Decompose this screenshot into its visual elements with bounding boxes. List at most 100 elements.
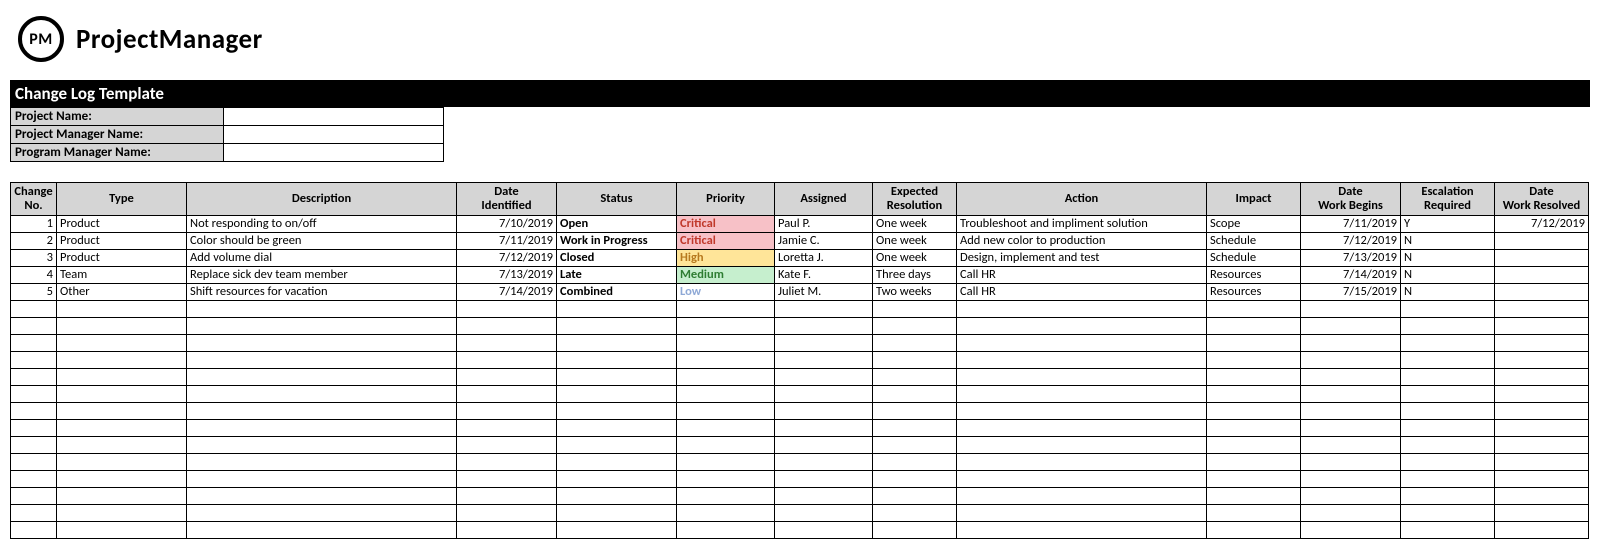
cell-empty[interactable] (11, 368, 57, 385)
cell-empty[interactable] (557, 334, 677, 351)
cell-empty[interactable] (11, 504, 57, 521)
cell-empty[interactable] (677, 402, 775, 419)
cell-empty[interactable] (873, 402, 957, 419)
cell-empty[interactable] (11, 317, 57, 334)
cell-empty[interactable] (775, 521, 873, 538)
cell-empty[interactable] (1495, 470, 1589, 487)
cell-description[interactable]: Add volume dial (187, 249, 457, 266)
cell-assigned[interactable]: Juliet M. (775, 283, 873, 300)
cell-empty[interactable] (557, 470, 677, 487)
cell-empty[interactable] (1495, 317, 1589, 334)
cell-date-resolved[interactable] (1495, 266, 1589, 283)
cell-assigned[interactable]: Jamie C. (775, 232, 873, 249)
cell-empty[interactable] (1207, 436, 1301, 453)
cell-status[interactable]: Combined (557, 283, 677, 300)
cell-empty[interactable] (873, 470, 957, 487)
cell-empty[interactable] (187, 419, 457, 436)
cell-action[interactable]: Add new color to production (957, 232, 1207, 249)
cell-empty[interactable] (775, 334, 873, 351)
cell-change-no[interactable]: 2 (11, 232, 57, 249)
cell-empty[interactable] (775, 317, 873, 334)
cell-empty[interactable] (187, 453, 457, 470)
cell-empty[interactable] (677, 334, 775, 351)
cell-empty[interactable] (1301, 453, 1401, 470)
value-project-manager[interactable] (224, 126, 444, 144)
cell-empty[interactable] (1495, 368, 1589, 385)
cell-date-begins[interactable]: 7/11/2019 (1301, 215, 1401, 232)
cell-empty[interactable] (187, 368, 457, 385)
cell-empty[interactable] (57, 317, 187, 334)
cell-empty[interactable] (557, 521, 677, 538)
cell-empty[interactable] (957, 300, 1207, 317)
cell-assigned[interactable]: Kate F. (775, 266, 873, 283)
cell-empty[interactable] (11, 470, 57, 487)
cell-empty[interactable] (57, 453, 187, 470)
cell-status[interactable]: Late (557, 266, 677, 283)
cell-empty[interactable] (457, 521, 557, 538)
cell-empty[interactable] (1401, 504, 1495, 521)
cell-empty[interactable] (1495, 504, 1589, 521)
cell-empty[interactable] (677, 487, 775, 504)
cell-empty[interactable] (457, 334, 557, 351)
cell-empty[interactable] (457, 436, 557, 453)
cell-action[interactable]: Design, implement and test (957, 249, 1207, 266)
cell-empty[interactable] (1495, 334, 1589, 351)
cell-status[interactable]: Closed (557, 249, 677, 266)
cell-empty[interactable] (457, 453, 557, 470)
cell-description[interactable]: Replace sick dev team member (187, 266, 457, 283)
cell-empty[interactable] (457, 385, 557, 402)
cell-type[interactable]: Product (57, 232, 187, 249)
cell-date-resolved[interactable] (1495, 249, 1589, 266)
cell-empty[interactable] (457, 317, 557, 334)
cell-empty[interactable] (187, 334, 457, 351)
cell-empty[interactable] (1495, 351, 1589, 368)
cell-empty[interactable] (1401, 436, 1495, 453)
cell-date-begins[interactable]: 7/14/2019 (1301, 266, 1401, 283)
cell-empty[interactable] (1207, 402, 1301, 419)
cell-description[interactable]: Shift resources for vacation (187, 283, 457, 300)
cell-empty[interactable] (1301, 300, 1401, 317)
cell-empty[interactable] (457, 470, 557, 487)
cell-empty[interactable] (187, 521, 457, 538)
value-project-name[interactable] (224, 108, 444, 126)
cell-change-no[interactable]: 3 (11, 249, 57, 266)
cell-change-no[interactable]: 1 (11, 215, 57, 232)
cell-empty[interactable] (557, 300, 677, 317)
cell-empty[interactable] (57, 300, 187, 317)
cell-empty[interactable] (557, 317, 677, 334)
cell-empty[interactable] (11, 521, 57, 538)
cell-empty[interactable] (873, 368, 957, 385)
cell-empty[interactable] (57, 368, 187, 385)
cell-empty[interactable] (775, 385, 873, 402)
cell-empty[interactable] (57, 402, 187, 419)
cell-type[interactable]: Other (57, 283, 187, 300)
cell-empty[interactable] (873, 436, 957, 453)
cell-empty[interactable] (775, 487, 873, 504)
cell-empty[interactable] (457, 402, 557, 419)
cell-empty[interactable] (1301, 419, 1401, 436)
cell-empty[interactable] (1495, 436, 1589, 453)
cell-date-identified[interactable]: 7/11/2019 (457, 232, 557, 249)
cell-empty[interactable] (1401, 419, 1495, 436)
cell-empty[interactable] (1207, 419, 1301, 436)
cell-empty[interactable] (1495, 385, 1589, 402)
cell-escalation[interactable]: N (1401, 266, 1495, 283)
cell-empty[interactable] (1301, 402, 1401, 419)
cell-empty[interactable] (1207, 504, 1301, 521)
cell-empty[interactable] (775, 402, 873, 419)
cell-escalation[interactable]: N (1401, 283, 1495, 300)
cell-empty[interactable] (873, 504, 957, 521)
cell-empty[interactable] (1401, 385, 1495, 402)
cell-assigned[interactable]: Loretta J. (775, 249, 873, 266)
cell-empty[interactable] (1401, 470, 1495, 487)
cell-empty[interactable] (1207, 368, 1301, 385)
cell-empty[interactable] (457, 351, 557, 368)
cell-empty[interactable] (1207, 453, 1301, 470)
cell-empty[interactable] (57, 385, 187, 402)
cell-empty[interactable] (11, 334, 57, 351)
cell-empty[interactable] (677, 419, 775, 436)
cell-expected[interactable]: One week (873, 215, 957, 232)
cell-empty[interactable] (775, 470, 873, 487)
cell-empty[interactable] (187, 385, 457, 402)
cell-assigned[interactable]: Paul P. (775, 215, 873, 232)
